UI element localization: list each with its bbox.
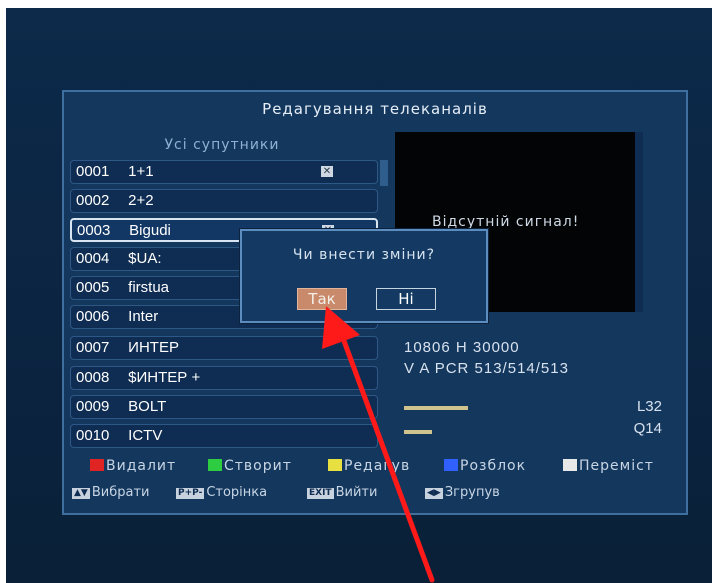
red-arrow-icon bbox=[322, 306, 435, 583]
